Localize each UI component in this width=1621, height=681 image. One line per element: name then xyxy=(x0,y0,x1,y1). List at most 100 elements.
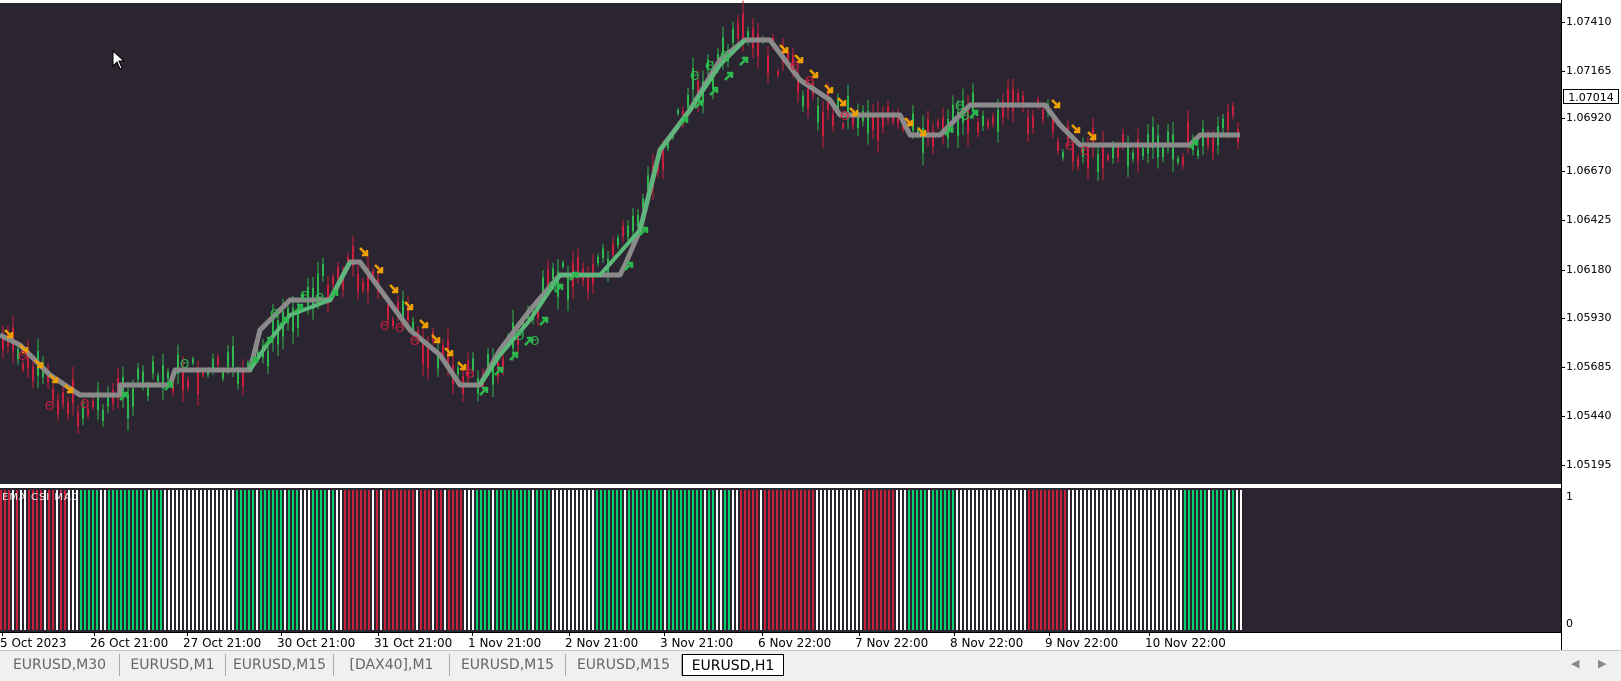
tab-eurusd-m30[interactable]: EURUSD,M30 xyxy=(0,654,120,676)
histogram-bar xyxy=(448,490,450,630)
signal-up-icon: Θ xyxy=(960,109,969,123)
signal-up-icon: Θ xyxy=(180,357,189,371)
chevron-right-icon[interactable]: ▶ xyxy=(1598,657,1606,670)
candle xyxy=(237,372,239,384)
candle xyxy=(427,346,429,369)
candle xyxy=(1227,112,1229,130)
signal-down-icon: Θ xyxy=(395,321,404,335)
histogram-bar xyxy=(780,490,782,630)
histogram-bar xyxy=(1036,490,1038,630)
histogram-bar xyxy=(44,490,46,630)
price-label: 1.05685 xyxy=(1566,360,1612,373)
candle xyxy=(1132,152,1134,160)
histogram-bar xyxy=(384,490,386,630)
histogram-bar xyxy=(612,490,614,630)
histogram-bar xyxy=(36,490,38,630)
time-tick xyxy=(569,632,570,636)
time-label: 3 Nov 21:00 xyxy=(660,636,734,650)
candle xyxy=(157,375,159,382)
time-tick xyxy=(954,632,955,636)
candle xyxy=(987,121,989,128)
histogram-bar xyxy=(228,490,230,630)
price-label: 1.05195 xyxy=(1566,458,1612,471)
candle xyxy=(1212,138,1214,153)
sell-arrow-icon xyxy=(457,361,467,371)
candle xyxy=(1012,89,1014,112)
histogram-bar xyxy=(944,490,946,630)
candle xyxy=(937,120,939,127)
histogram-bar xyxy=(992,490,994,630)
histogram-bar xyxy=(76,490,78,630)
histogram-bar xyxy=(1068,490,1070,630)
histogram-bar xyxy=(340,490,342,630)
histogram-bar xyxy=(844,490,846,630)
histogram-bar xyxy=(1116,490,1118,630)
histogram-bar xyxy=(816,490,818,630)
histogram-bar xyxy=(532,490,534,630)
sell-arrow-icon xyxy=(374,264,384,274)
signal-down-icon: Θ xyxy=(18,349,27,363)
tab-eurusd-h1[interactable]: EURUSD,H1 xyxy=(682,654,784,676)
chevron-left-icon[interactable]: ◀ xyxy=(1571,657,1579,670)
histogram-bar xyxy=(632,490,634,630)
histogram-bar xyxy=(416,490,418,630)
candle xyxy=(807,88,809,109)
histogram-bar xyxy=(624,490,626,630)
time-label: 1 Nov 21:00 xyxy=(468,636,542,650)
histogram-bar xyxy=(580,490,582,630)
histogram-bar xyxy=(764,490,766,630)
histogram-bar xyxy=(160,490,162,630)
histogram-bar xyxy=(1180,490,1182,630)
price-tick xyxy=(1561,171,1565,172)
histogram-bar xyxy=(796,490,798,630)
histogram-bar xyxy=(236,490,238,630)
buy-arrow-icon xyxy=(479,386,489,396)
tab-eurusd-m15[interactable]: EURUSD,M15 xyxy=(450,654,566,676)
candle xyxy=(542,277,544,293)
histogram-bar xyxy=(412,490,414,630)
histogram-bar xyxy=(1196,490,1198,630)
candle xyxy=(92,401,94,408)
histogram-bar xyxy=(464,490,466,630)
candle xyxy=(102,409,104,421)
histogram-bar xyxy=(800,490,802,630)
price-label: 1.06180 xyxy=(1566,263,1612,276)
candle xyxy=(292,307,294,332)
candle xyxy=(52,389,54,400)
histogram-bar xyxy=(884,490,886,630)
histogram-bar xyxy=(964,490,966,630)
candle xyxy=(632,215,634,232)
histogram-bar xyxy=(1016,490,1018,630)
histogram-bar xyxy=(184,490,186,630)
histogram-bar xyxy=(376,490,378,630)
time-label: 30 Oct 21:00 xyxy=(277,636,356,650)
candle xyxy=(227,352,229,367)
histogram-bar xyxy=(12,490,14,630)
histogram-bar xyxy=(656,490,658,630)
chart-window[interactable]: ΘΘΘΘΘΘΘΘΘΘΘΘΘΘΘΘΘΘΘΘΘΘΘΘ EMA CSI MAC 1.0… xyxy=(0,0,1621,655)
histogram-bar xyxy=(316,490,318,630)
histogram-bar xyxy=(296,490,298,630)
signal-down-icon: Θ xyxy=(805,74,814,88)
candle xyxy=(67,402,69,415)
histogram-bar xyxy=(564,490,566,630)
time-tick xyxy=(378,632,379,636)
histogram-bar xyxy=(768,490,770,630)
tab-dax40-m1[interactable]: [DAX40],M1 xyxy=(334,654,450,676)
time-tick xyxy=(859,632,860,636)
histogram-bar xyxy=(640,490,642,630)
tab-eurusd-m15[interactable]: EURUSD,M15 xyxy=(226,654,334,676)
candle xyxy=(1127,145,1129,167)
histogram-bar xyxy=(492,490,494,630)
histogram-bar xyxy=(1112,490,1114,630)
histogram-bar xyxy=(1040,490,1042,630)
tab-eurusd-m1[interactable]: EURUSD,M1 xyxy=(120,654,226,676)
histogram-bar xyxy=(584,490,586,630)
histogram-bar xyxy=(268,490,270,630)
tab-eurusd-m15[interactable]: EURUSD,M15 xyxy=(566,654,682,676)
candle xyxy=(822,112,824,137)
histogram-bar xyxy=(104,490,106,630)
histogram-bar xyxy=(1200,490,1202,630)
histogram-bar xyxy=(996,490,998,630)
histogram-bar xyxy=(672,490,674,630)
